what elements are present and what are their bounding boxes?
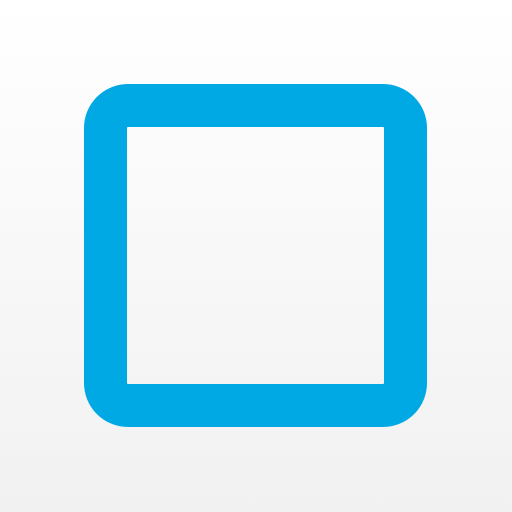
square-outline-icon xyxy=(84,84,427,427)
app-icon-background xyxy=(0,0,512,512)
